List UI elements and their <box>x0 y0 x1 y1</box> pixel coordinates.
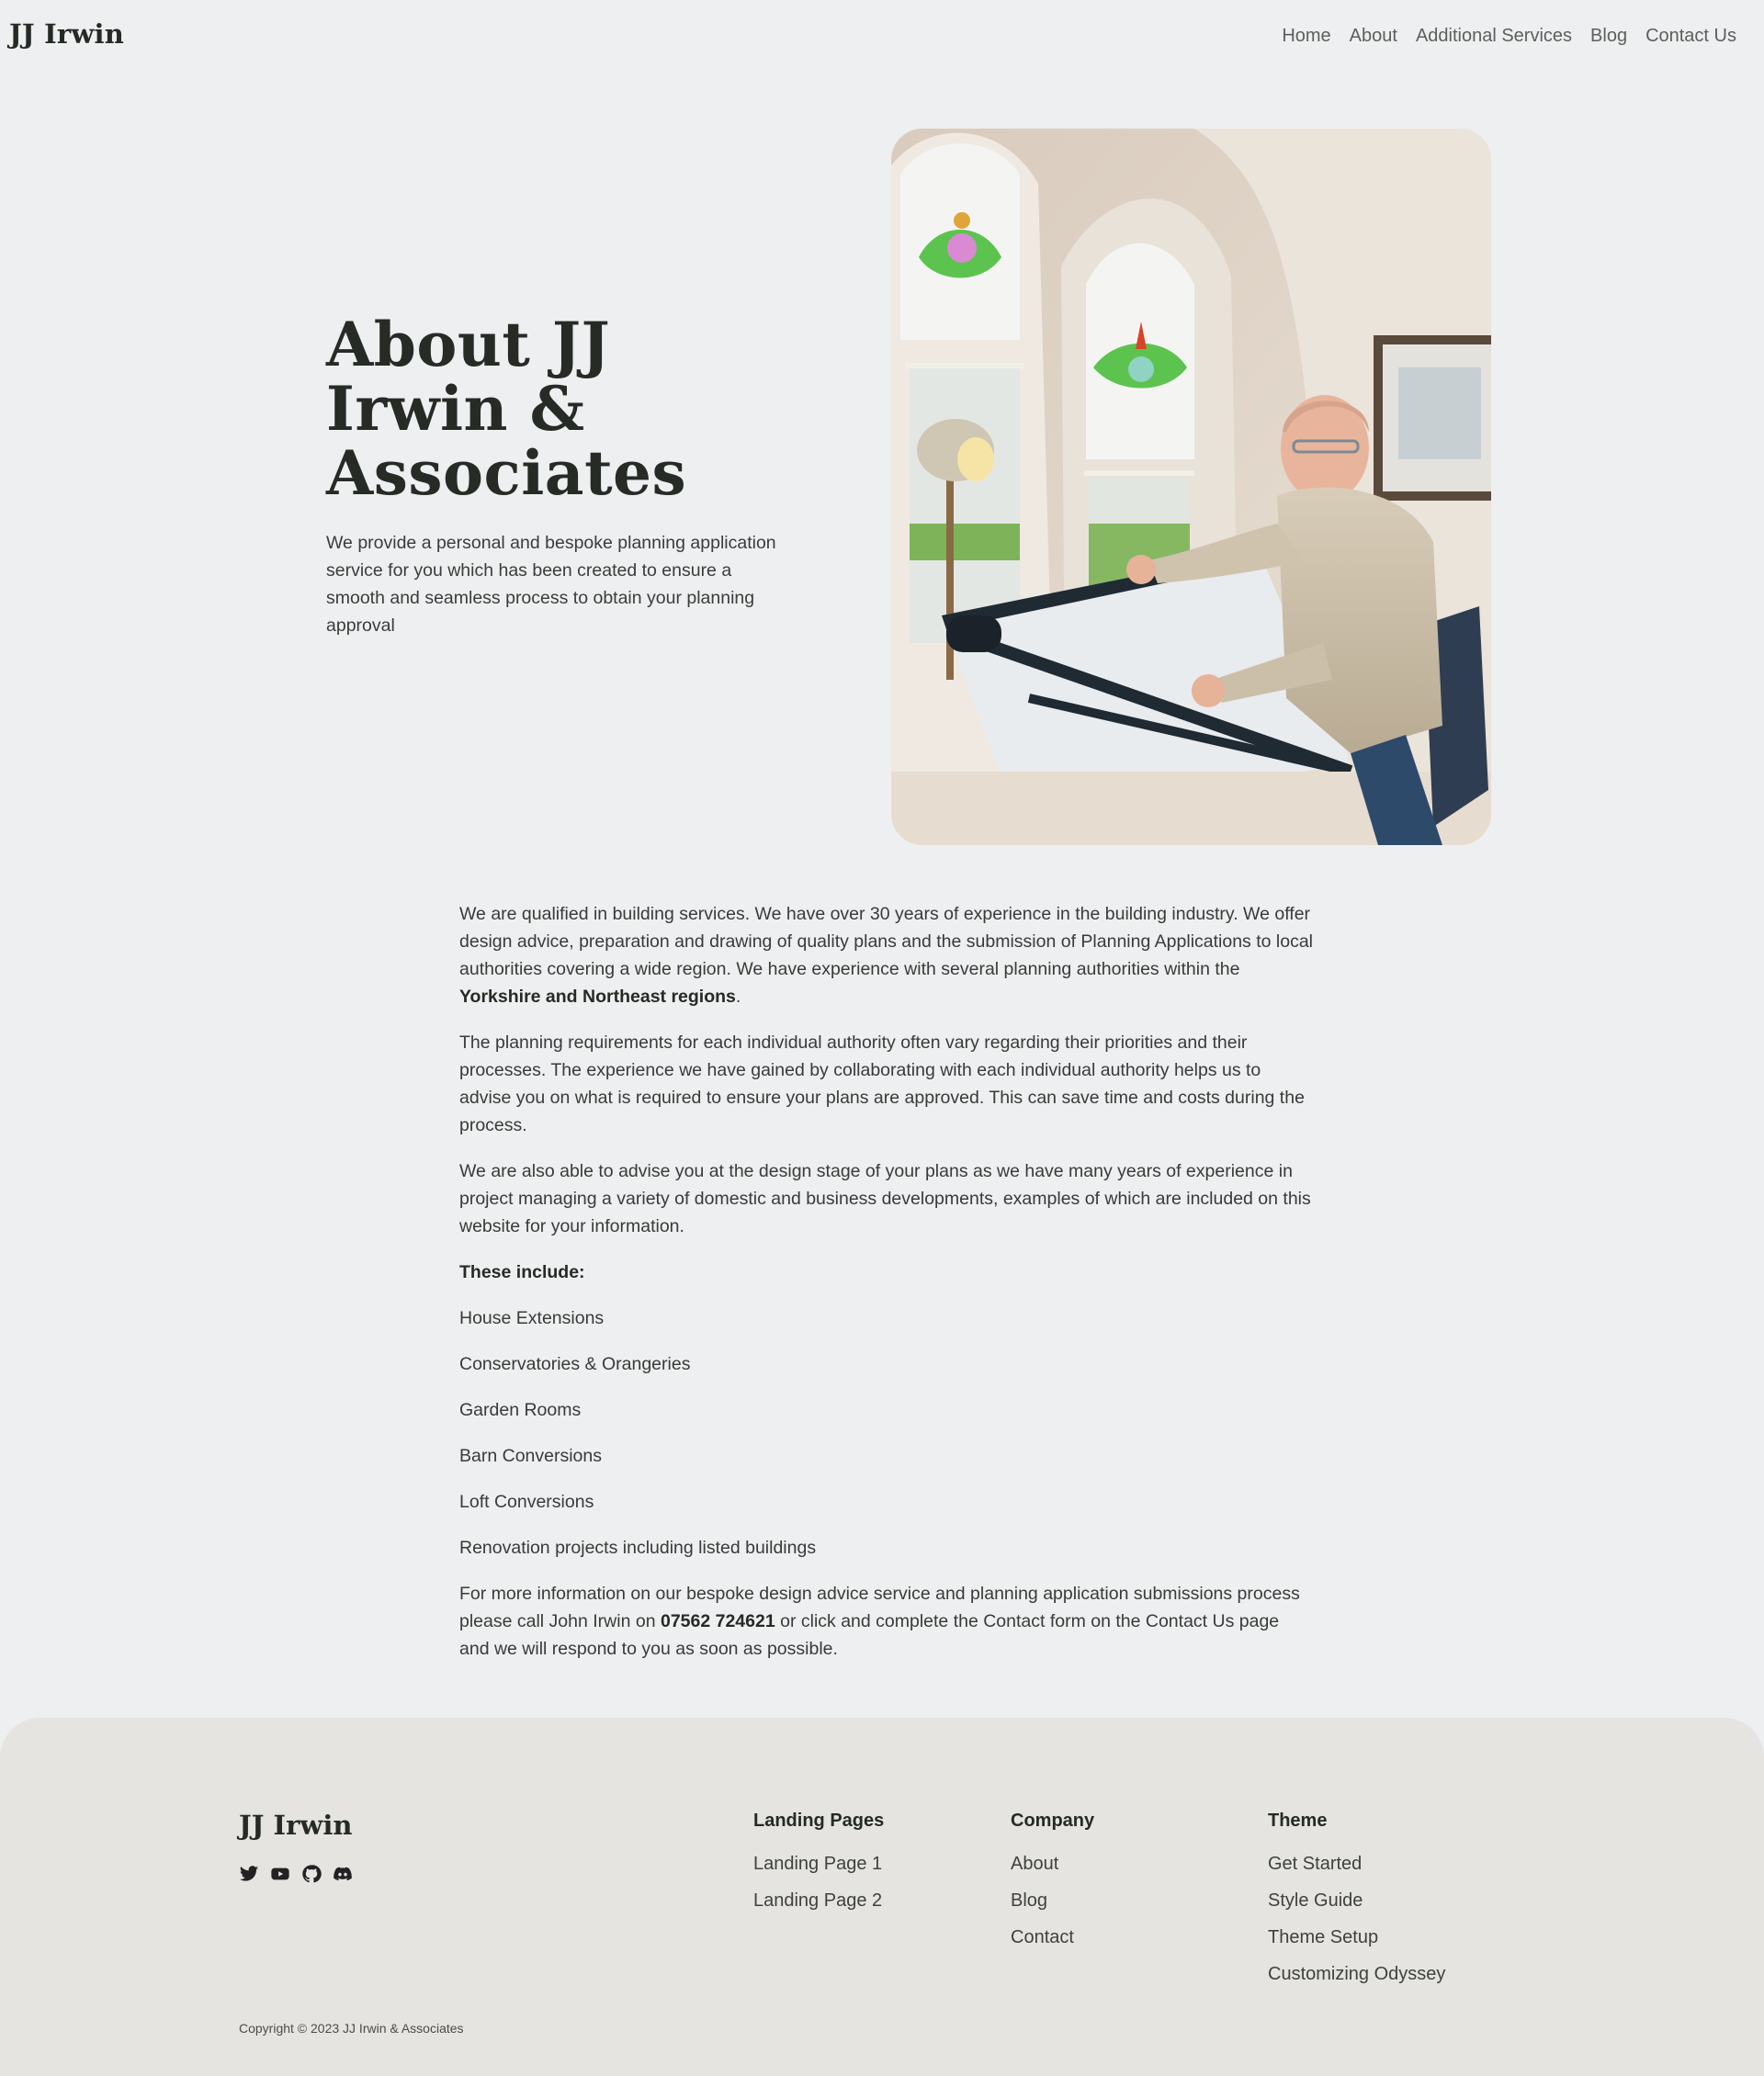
intro-paragraph: We are qualified in building services. W… <box>459 900 1314 1010</box>
contact-paragraph: For more information on our bespoke desi… <box>459 1580 1314 1663</box>
footer-link-theme-setup[interactable]: Theme Setup <box>1268 1926 1445 1948</box>
footer-link-landing-page-2[interactable]: Landing Page 2 <box>753 1890 884 1912</box>
service-item: House Extensions <box>459 1308 605 1328</box>
footer-logo[interactable]: JJ Irwin <box>239 1810 352 1841</box>
intro-text-end: . <box>735 987 741 1007</box>
architect-at-drawing-board-image <box>891 129 1491 845</box>
includes-heading: These include: <box>459 1258 1314 1286</box>
nav-home[interactable]: Home <box>1282 26 1330 47</box>
nav-additional-services[interactable]: Additional Services <box>1416 26 1572 47</box>
design-advice-paragraph: We are also able to advise you at the de… <box>459 1161 1311 1236</box>
footer-link-contact[interactable]: Contact <box>1011 1926 1094 1948</box>
twitter-icon[interactable] <box>239 1864 259 1884</box>
footer-link-customizing-odyssey[interactable]: Customizing Odyssey <box>1268 1963 1445 1985</box>
site-logo[interactable]: JJ Irwin <box>9 18 124 50</box>
service-item: Barn Conversions <box>459 1446 602 1466</box>
requirements-paragraph: The planning requirements for each indiv… <box>459 1032 1305 1135</box>
hero-photo <box>891 129 1491 845</box>
nav-blog[interactable]: Blog <box>1590 26 1627 47</box>
main-nav: Home About Additional Services Blog Cont… <box>1282 26 1736 47</box>
copyright: Copyright © 2023 JJ Irwin & Associates <box>239 2021 464 2036</box>
footer-column-landing-pages: Landing Pages Landing Page 1 Landing Pag… <box>753 1810 884 1926</box>
nav-contact-us[interactable]: Contact Us <box>1645 26 1736 47</box>
site-footer: JJ Irwin Landing Pages Landing Page 1 La… <box>0 1718 1764 2076</box>
site-header: JJ Irwin Home About Additional Services … <box>0 0 1764 73</box>
nav-about[interactable]: About <box>1350 26 1397 47</box>
intro-text: We are qualified in building services. W… <box>459 904 1314 979</box>
footer-link-about[interactable]: About <box>1011 1853 1094 1875</box>
includes-heading-text: These include: <box>459 1262 585 1282</box>
footer-heading: Company <box>1011 1811 1095 1831</box>
footer-link-landing-page-1[interactable]: Landing Page 1 <box>753 1853 884 1875</box>
discord-icon[interactable] <box>333 1864 353 1884</box>
service-item: Conservatories & Orangeries <box>459 1354 691 1374</box>
footer-column-theme: Theme Get Started Style Guide Theme Setu… <box>1268 1810 1445 2000</box>
github-icon[interactable] <box>301 1864 322 1884</box>
footer-link-blog[interactable]: Blog <box>1011 1890 1094 1912</box>
footer-link-style-guide[interactable]: Style Guide <box>1268 1890 1445 1912</box>
service-item: Garden Rooms <box>459 1400 582 1420</box>
page-title: About JJ Irwin & Associates <box>326 309 687 509</box>
service-item: Renovation projects including listed bui… <box>459 1538 817 1558</box>
hero-text: About JJ Irwin & Associates We provide a… <box>326 312 786 639</box>
phone-number: 07562 724621 <box>660 1611 775 1631</box>
youtube-icon[interactable] <box>270 1864 290 1884</box>
about-content: We are qualified in building services. W… <box>459 900 1314 1681</box>
regions-highlight: Yorkshire and Northeast regions <box>459 987 736 1007</box>
footer-link-get-started[interactable]: Get Started <box>1268 1853 1445 1875</box>
social-links <box>239 1864 353 1884</box>
service-item: Loft Conversions <box>459 1492 594 1512</box>
footer-heading: Theme <box>1268 1811 1328 1831</box>
footer-column-company: Company About Blog Contact <box>1011 1810 1094 1963</box>
hero-subtitle: We provide a personal and bespoke planni… <box>326 533 776 636</box>
footer-heading: Landing Pages <box>753 1811 885 1831</box>
